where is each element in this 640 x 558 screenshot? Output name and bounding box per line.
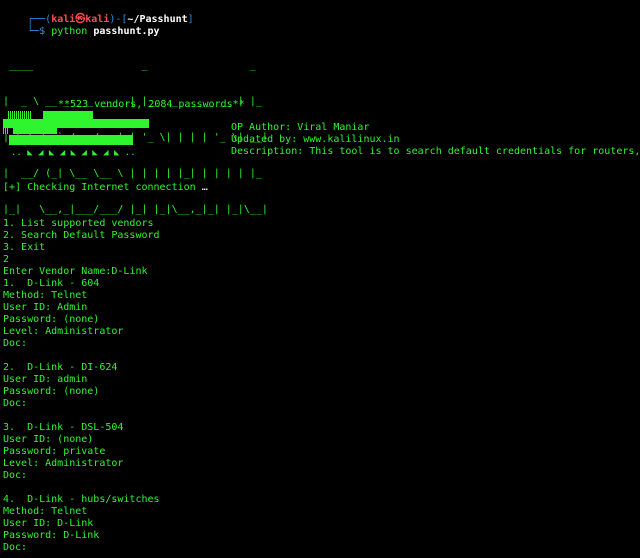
result-title: 3. D-Link - DSL-504	[3, 422, 124, 433]
checking-text: [+] Checking Internet connection	[3, 182, 196, 193]
result-line: Doc:	[3, 338, 28, 349]
result-line: Doc:	[3, 398, 28, 409]
result-line: Password: (none)	[3, 314, 100, 325]
passhunt-banner: ____ _ _ | _ \ __ _ ___ ___ | |__ _ _ _ …	[3, 36, 274, 215]
vendor-prompt: Enter Vendor Name:D-Link	[3, 266, 148, 277]
prompt-user: kali㉿kali	[51, 14, 110, 25]
logo-block	[3, 128, 9, 134]
prompt-line: ┌──(kali㉿kali)-[~/Passhunt]	[3, 2, 640, 25]
author-line: OP Author: Viral Maniar	[231, 122, 370, 133]
result-line: Password: (none)	[3, 386, 100, 397]
result-line: User ID: Admin	[3, 302, 88, 313]
result-line: Method: Telnet	[3, 290, 88, 301]
kalilinux-logo-graphic: .. ◣ ◢ ◣ ◢ ◣ ◢ ◣ ◢ ◣ ..	[3, 111, 153, 159]
logo-block	[43, 111, 93, 119]
updated-line: Updated by: www.kalilinux.in	[231, 134, 400, 145]
result-title: 4. D-Link - hubs/switches	[3, 494, 160, 505]
logo-block	[9, 135, 133, 145]
description-line: Description: This tool is to search defa…	[231, 146, 640, 157]
menu-item: 1. List supported vendors	[3, 218, 154, 229]
user-choice: 2	[3, 254, 10, 265]
banner-ascii-line: | __/ (_| \__ \__ \ | | | | |_| | | | | …	[3, 168, 268, 179]
logo-block	[13, 128, 57, 134]
result-title: 2. D-Link - DI-624	[3, 362, 118, 373]
prompt-directory: ~/Passhunt	[127, 14, 188, 25]
prompt-frame-top: ┌──(	[27, 14, 52, 25]
result-line: Level: Administrator	[3, 458, 124, 469]
checking-connection: [+] Checking Internet connection …	[3, 182, 640, 194]
logo-waves: .. ◣ ◢ ◣ ◢ ◣ ◢ ◣ ◢ ◣ ..	[11, 148, 136, 158]
result-line: Method: Telnet	[3, 506, 88, 517]
result-line: User ID: (none)	[3, 434, 94, 445]
result-line: Password: private	[3, 446, 106, 457]
result-line: Doc:	[3, 470, 28, 481]
banner-subtitle: **523 vendors, 2084 passwords**	[58, 99, 245, 110]
result-line: User ID: admin	[3, 374, 88, 385]
logo-block	[3, 119, 149, 128]
prompt-separator: )-[	[109, 14, 128, 25]
result-line: Doc:	[3, 542, 28, 553]
result-line: Password: D-Link	[3, 530, 100, 541]
logo-block	[8, 111, 32, 119]
terminal-output: [+] Checking Internet connection … 1. Li…	[3, 182, 640, 554]
result-title: 1. D-Link - 604	[3, 278, 100, 289]
result-line: Level: Administrator	[3, 326, 124, 337]
banner-ascii-line: ____ _ _	[3, 60, 274, 71]
result-line: User ID: D-Link	[3, 518, 94, 529]
menu-item: 2. Search Default Password	[3, 230, 160, 241]
tool-info: OP Author: Viral Maniar Updated by: www.…	[231, 122, 640, 158]
ellipsis: …	[201, 182, 208, 193]
menu-item: 3. Exit	[3, 242, 46, 253]
prompt-frame-end: ]	[187, 14, 194, 25]
